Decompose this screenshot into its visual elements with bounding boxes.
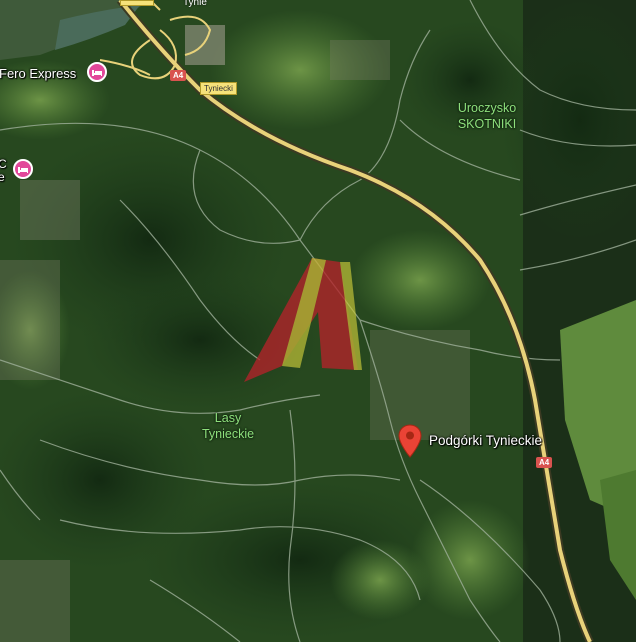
- bed-icon: [18, 167, 28, 173]
- area-label-line2: SKOTNIKI: [457, 117, 517, 131]
- hotel-bed-icon[interactable]: [13, 159, 33, 179]
- place-label-podgorki-tynieckie[interactable]: Podgórki Tynieckie: [429, 433, 542, 448]
- road-name-tag-partial: [120, 0, 154, 6]
- road-name-tyniecki: Tyniecki: [200, 82, 237, 95]
- area-label-line1: Lasy: [214, 411, 242, 425]
- area-label-uroczysko-skotniki[interactable]: Uroczysko SKOTNIKI: [452, 100, 522, 132]
- map-view[interactable]: A4 A4 Tyniecki Tynie Fero Express C e Ur…: [0, 0, 636, 642]
- satellite-imagery: [0, 0, 636, 642]
- street-label-top: Tynie: [183, 0, 207, 8]
- bed-icon: [92, 70, 102, 76]
- location-pin-icon[interactable]: [398, 424, 422, 458]
- hotel-label-partial-top[interactable]: C: [0, 157, 7, 171]
- area-label-line1: Uroczysko: [457, 101, 517, 115]
- area-label-lasy-tynieckie[interactable]: Lasy Tynieckie: [192, 410, 264, 442]
- hotel-bed-icon[interactable]: [87, 62, 107, 82]
- a4-shield-south: A4: [536, 457, 553, 468]
- a4-shield-north: A4: [170, 70, 187, 81]
- area-label-line2: Tynieckie: [201, 427, 255, 441]
- hotel-label-partial-bottom[interactable]: e: [0, 170, 5, 184]
- hotel-label-fero-express[interactable]: Fero Express: [0, 66, 76, 81]
